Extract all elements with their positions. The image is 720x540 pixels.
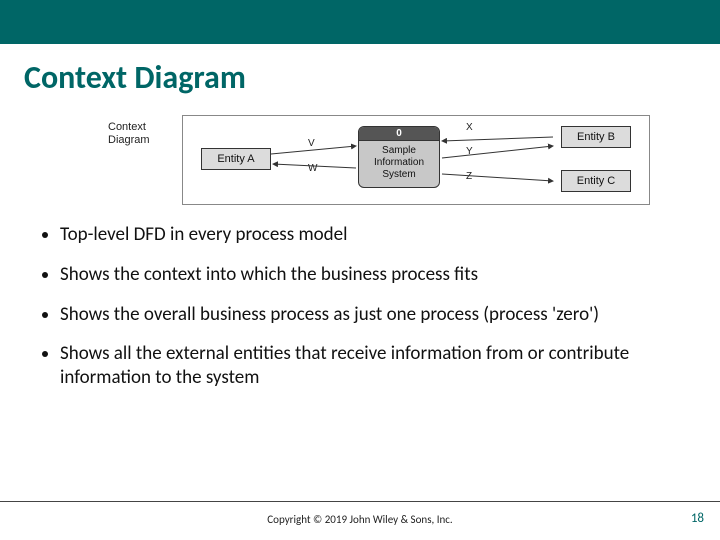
slide-title: Context Diagram — [0, 44, 720, 105]
diagram-caption-line2: Diagram — [108, 134, 150, 146]
process-number: 0 — [359, 127, 439, 141]
process-name: Sample Information System — [359, 141, 439, 185]
copyright-text: Copyright © 2019 John Wiley & Sons, Inc. — [0, 513, 720, 526]
footer-divider — [0, 501, 720, 502]
process-zero: 0 Sample Information System — [358, 126, 440, 188]
bullet-item: Shows the context into which the busines… — [60, 263, 680, 287]
bullet-item: Shows all the external entities that rec… — [60, 342, 680, 390]
flow-y-label: Y — [466, 146, 473, 157]
flow-w-label: W — [308, 163, 317, 174]
header-bar — [0, 0, 720, 44]
diagram-caption: Context Diagram — [108, 121, 150, 147]
bullet-item: Top-level DFD in every process model — [60, 223, 680, 247]
entity-b: Entity B — [561, 126, 631, 148]
bullet-list: Top-level DFD in every process model Sho… — [60, 223, 680, 390]
flow-z-label: Z — [466, 171, 472, 182]
context-diagram-figure: Context Diagram Entity A Entity B Entity… — [110, 115, 650, 205]
entity-c: Entity C — [561, 170, 631, 192]
bullet-item: Shows the overall business process as ju… — [60, 303, 680, 327]
flow-v-label: V — [308, 138, 315, 149]
diagram-caption-line1: Context — [108, 121, 146, 133]
diagram-border: Entity A Entity B Entity C 0 Sample Info… — [182, 115, 650, 205]
flow-x-label: X — [466, 122, 473, 133]
entity-a: Entity A — [201, 148, 271, 170]
page-number: 18 — [691, 511, 704, 526]
